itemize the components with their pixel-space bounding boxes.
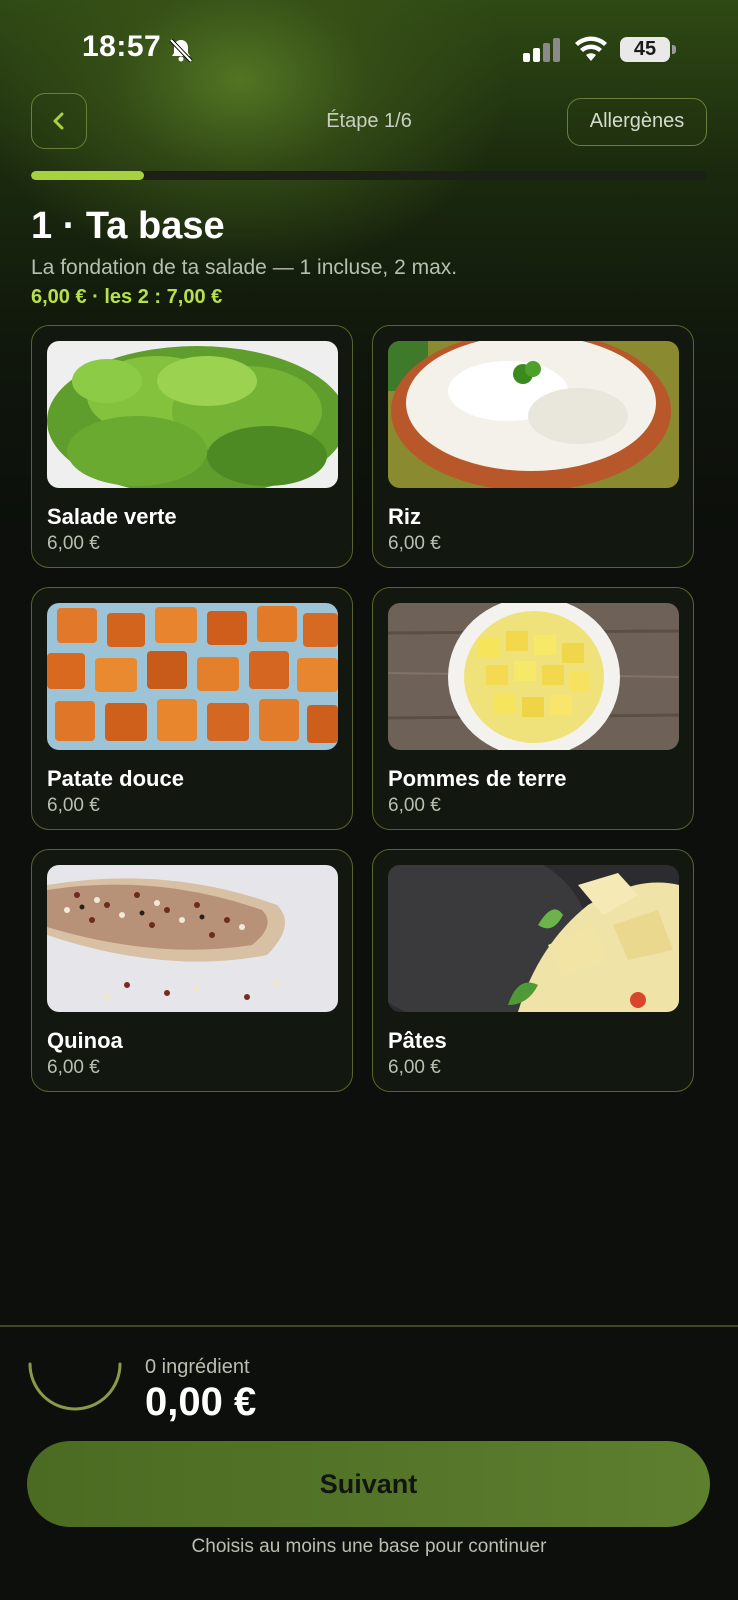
wifi-icon — [575, 36, 607, 61]
total-price: 0,00 € — [145, 1380, 257, 1424]
signal-icon — [523, 38, 560, 62]
option-price: 6,00 € — [47, 533, 100, 554]
potato-image — [388, 603, 679, 750]
option-name: Quinoa — [47, 1028, 123, 1053]
option-price: 6,00 € — [388, 533, 441, 554]
section-title: 1 · Ta base — [31, 205, 225, 247]
option-card-salade[interactable]: Salade verte 6,00 € — [31, 325, 353, 568]
section-price-info: 6,00 € · les 2 : 7,00 € — [31, 286, 223, 308]
option-card-quinoa[interactable]: Quinoa 6,00 € — [31, 849, 353, 1092]
option-price: 6,00 € — [47, 795, 100, 816]
option-price: 6,00 € — [388, 1057, 441, 1078]
option-name: Patate douce — [47, 766, 184, 791]
progress-bar — [31, 171, 707, 180]
battery-cap — [672, 45, 676, 54]
quinoa-image — [47, 865, 338, 1012]
salad-image — [47, 341, 338, 488]
pasta-image — [388, 865, 679, 1012]
status-bar: 18:57 45 — [0, 0, 738, 100]
bell-slash-icon — [169, 38, 193, 63]
option-card-pates[interactable]: Pâtes 6,00 € — [372, 849, 694, 1092]
rice-image — [388, 341, 679, 488]
section-subtitle: La fondation de ta salade — 1 incluse, 2… — [31, 256, 458, 279]
base-options-grid: Salade verte 6,00 € Riz 6,00 € Patate do… — [31, 325, 694, 1092]
sweet-potato-image — [47, 603, 338, 750]
option-name: Salade verte — [47, 504, 177, 529]
next-button[interactable]: Suivant — [27, 1441, 710, 1527]
ingredient-count: 0 ingrédient — [145, 1356, 250, 1378]
bowl-gauge-icon — [28, 1362, 122, 1411]
battery-icon: 45 — [620, 37, 670, 62]
continue-hint: Choisis au moins une base pour continuer — [191, 1536, 547, 1557]
option-name: Pommes de terre — [388, 766, 567, 791]
option-card-pommes-de-terre[interactable]: Pommes de terre 6,00 € — [372, 587, 694, 830]
footer-divider — [0, 1325, 738, 1327]
progress-fill — [31, 171, 144, 180]
status-time: 18:57 — [82, 30, 162, 63]
allergens-button[interactable]: Allergènes — [567, 98, 707, 146]
option-card-patate-douce[interactable]: Patate douce 6,00 € — [31, 587, 353, 830]
option-price: 6,00 € — [47, 1057, 100, 1078]
option-name: Riz — [388, 504, 421, 529]
option-card-riz[interactable]: Riz 6,00 € — [372, 325, 694, 568]
option-name: Pâtes — [388, 1028, 447, 1053]
option-price: 6,00 € — [388, 795, 441, 816]
